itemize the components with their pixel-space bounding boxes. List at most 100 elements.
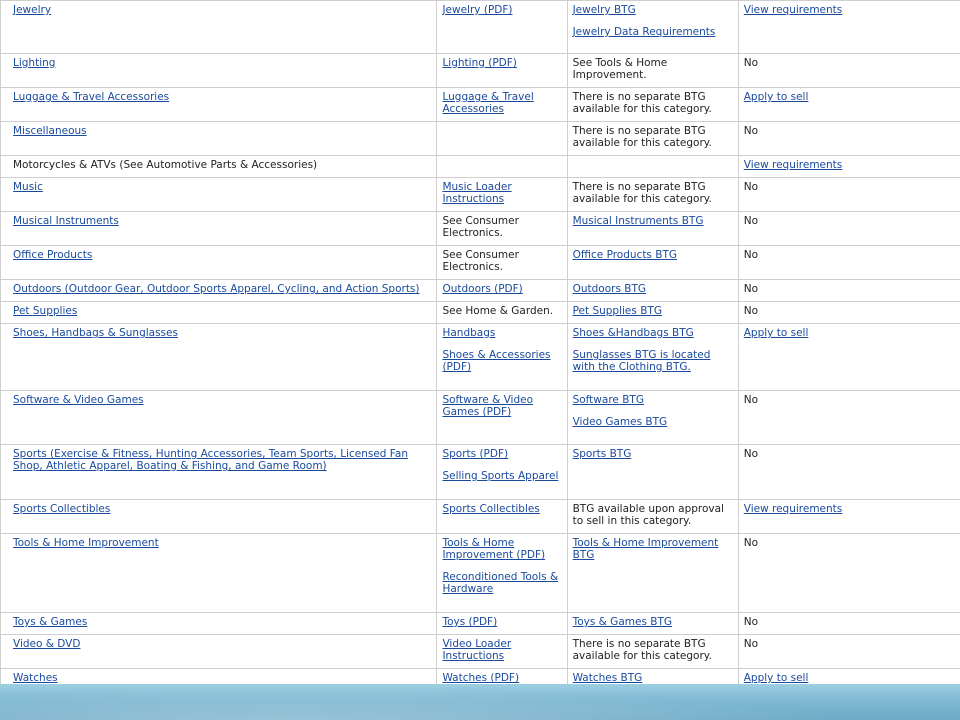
style-guide-link[interactable]: Sports (PDF) [442, 448, 562, 460]
style-guide-link[interactable]: Jewelry (PDF) [442, 4, 562, 16]
btg-link[interactable]: Watches BTG [573, 672, 734, 684]
category-text: Motorcycles & ATVs (See Automotive Parts… [13, 159, 318, 171]
style-guide-link[interactable]: Outdoors (PDF) [442, 283, 562, 295]
category-link[interactable]: Music [13, 181, 432, 193]
btg-link[interactable]: Musical Instruments BTG [573, 215, 734, 227]
style-guide-link[interactable]: Sports Collectibles [442, 503, 562, 515]
category-link[interactable]: Miscellaneous [13, 125, 432, 137]
btg-link[interactable]: Sunglasses BTG is located with the Cloth… [573, 349, 734, 373]
category-row: Miscellaneous There is no separate BTG av… [0, 121, 960, 156]
category-link[interactable]: Lighting [13, 57, 432, 69]
approval-text: No [743, 249, 759, 261]
category-table: Jewelry Jewelry (PDF) Jewelry BTG Jewelry D… [0, 0, 960, 684]
category-row: Watches Watches (PDF) Watches BTG Apply to … [0, 668, 960, 684]
category-cell: Sports (Exercise & Fitness, Hunting Acce… [0, 444, 438, 500]
category-link[interactable]: Sports (Exercise & Fitness, Hunting Acce… [13, 448, 432, 472]
btg-link[interactable]: Pet Supplies BTG [573, 305, 734, 317]
style-guide-link[interactable]: Tools & Home Improvement (PDF) [442, 537, 562, 561]
category-link[interactable]: Luggage & Travel Accessories [13, 91, 432, 103]
approval-cell: No [737, 390, 960, 445]
btg-link[interactable]: Software BTG [573, 394, 734, 406]
style-guide-text: See Consumer Electronics. [442, 249, 519, 273]
btg-cell: There is no separate BTG available for t… [566, 634, 739, 669]
style-guide-cell: Watches (PDF) [436, 668, 568, 684]
style-guide-link[interactable]: Shoes & Accessories (PDF) [442, 349, 562, 373]
btg-link[interactable]: Video Games BTG [573, 416, 734, 428]
category-link[interactable]: Software & Video Games [13, 394, 432, 406]
approval-link[interactable]: Apply to sell [744, 91, 957, 103]
category-row: Video & DVD Video Loader Instructions Ther… [0, 634, 960, 669]
btg-cell: See Tools & Home Improvement. [566, 53, 739, 88]
style-guide-cell: See Consumer Electronics. [436, 211, 568, 246]
style-guide-link[interactable]: Music Loader Instructions [442, 181, 562, 205]
category-link[interactable]: Shoes, Handbags & Sunglasses [13, 327, 432, 339]
category-row: Sports (Exercise & Fitness, Hunting Acce… [0, 444, 960, 500]
approval-link[interactable]: View requirements [744, 159, 957, 171]
style-guide-link[interactable]: Reconditioned Tools & Hardware [442, 571, 562, 595]
style-guide-link[interactable]: Software & Video Games (PDF) [442, 394, 562, 418]
approval-link[interactable]: View requirements [744, 4, 957, 16]
approval-cell: View requirements [737, 499, 960, 534]
category-link[interactable]: Toys & Games [13, 616, 432, 628]
approval-text: No [743, 616, 759, 628]
style-guide-link[interactable]: Luggage & Travel Accessories [442, 91, 562, 115]
btg-cell: Tools & Home Improvement BTG [566, 533, 739, 613]
btg-cell: Software BTG Video Games BTG [566, 390, 739, 445]
category-link[interactable]: Jewelry [13, 4, 432, 16]
approval-cell: View requirements [737, 0, 960, 54]
category-link[interactable]: Office Products [13, 249, 432, 261]
category-cell: Music [0, 177, 438, 212]
category-cell: Sports Collectibles [0, 499, 438, 534]
category-link[interactable]: Sports Collectibles [13, 503, 432, 515]
btg-link[interactable]: Toys & Games BTG [573, 616, 734, 628]
category-link[interactable]: Watches [13, 672, 432, 684]
style-guide-cell: Toys (PDF) [436, 612, 568, 635]
category-link[interactable]: Pet Supplies [13, 305, 432, 317]
decorative-footer-band [0, 684, 960, 720]
category-cell: Office Products [0, 245, 438, 280]
btg-link[interactable]: Outdoors BTG [573, 283, 734, 295]
approval-cell: Apply to sell [737, 323, 960, 391]
btg-text: There is no separate BTG available for t… [572, 638, 712, 662]
category-cell: Jewelry [0, 0, 438, 54]
approval-cell: No [737, 301, 960, 324]
category-link[interactable]: Musical Instruments [13, 215, 432, 227]
style-guide-cell: Tools & Home Improvement (PDF) Reconditio… [436, 533, 568, 613]
btg-text: There is no separate BTG available for t… [572, 91, 712, 115]
style-guide-link[interactable]: Video Loader Instructions [442, 638, 562, 662]
approval-link[interactable]: View requirements [744, 503, 957, 515]
btg-cell: There is no separate BTG available for t… [566, 87, 739, 122]
approval-link[interactable]: Apply to sell [744, 327, 957, 339]
category-link[interactable]: Video & DVD [13, 638, 432, 650]
style-guide-link[interactable]: Selling Sports Apparel [442, 470, 562, 482]
btg-link[interactable]: Shoes &Handbags BTG [573, 327, 734, 339]
category-row: Lighting Lighting (PDF) See Tools & Home I… [0, 53, 960, 88]
category-cell: Pet Supplies [0, 301, 438, 324]
approval-text: No [743, 283, 759, 295]
category-link[interactable]: Outdoors (Outdoor Gear, Outdoor Sports A… [13, 283, 432, 295]
btg-cell: Jewelry BTG Jewelry Data Requirements [566, 0, 739, 54]
footer-wave [0, 684, 960, 720]
btg-link[interactable]: Office Products BTG [573, 249, 734, 261]
category-table-body: Jewelry Jewelry (PDF) Jewelry BTG Jewelry D… [0, 0, 960, 684]
btg-link[interactable]: Tools & Home Improvement BTG [573, 537, 734, 561]
style-guide-link[interactable]: Watches (PDF) [442, 672, 562, 684]
style-guide-cell: Lighting (PDF) [436, 53, 568, 88]
btg-link[interactable]: Jewelry Data Requirements [573, 26, 734, 38]
btg-cell: There is no separate BTG available for t… [566, 121, 739, 156]
category-cell: Musical Instruments [0, 211, 438, 246]
category-link[interactable]: Tools & Home Improvement [13, 537, 432, 549]
style-guide-cell: Video Loader Instructions [436, 634, 568, 669]
style-guide-link[interactable]: Lighting (PDF) [442, 57, 562, 69]
category-cell: Lighting [0, 53, 438, 88]
style-guide-link[interactable]: Handbags [442, 327, 562, 339]
style-guide-link[interactable]: Toys (PDF) [442, 616, 562, 628]
btg-link[interactable]: Sports BTG [573, 448, 734, 460]
btg-link[interactable]: Jewelry BTG [573, 4, 734, 16]
category-cell: Tools & Home Improvement [0, 533, 438, 613]
approval-cell: Apply to sell [737, 87, 960, 122]
approval-link[interactable]: Apply to sell [744, 672, 957, 684]
style-guide-cell: Sports (PDF) Selling Sports Apparel [436, 444, 568, 500]
style-guide-cell: Music Loader Instructions [436, 177, 568, 212]
category-row: Musical Instruments See Consumer Electron… [0, 211, 960, 246]
